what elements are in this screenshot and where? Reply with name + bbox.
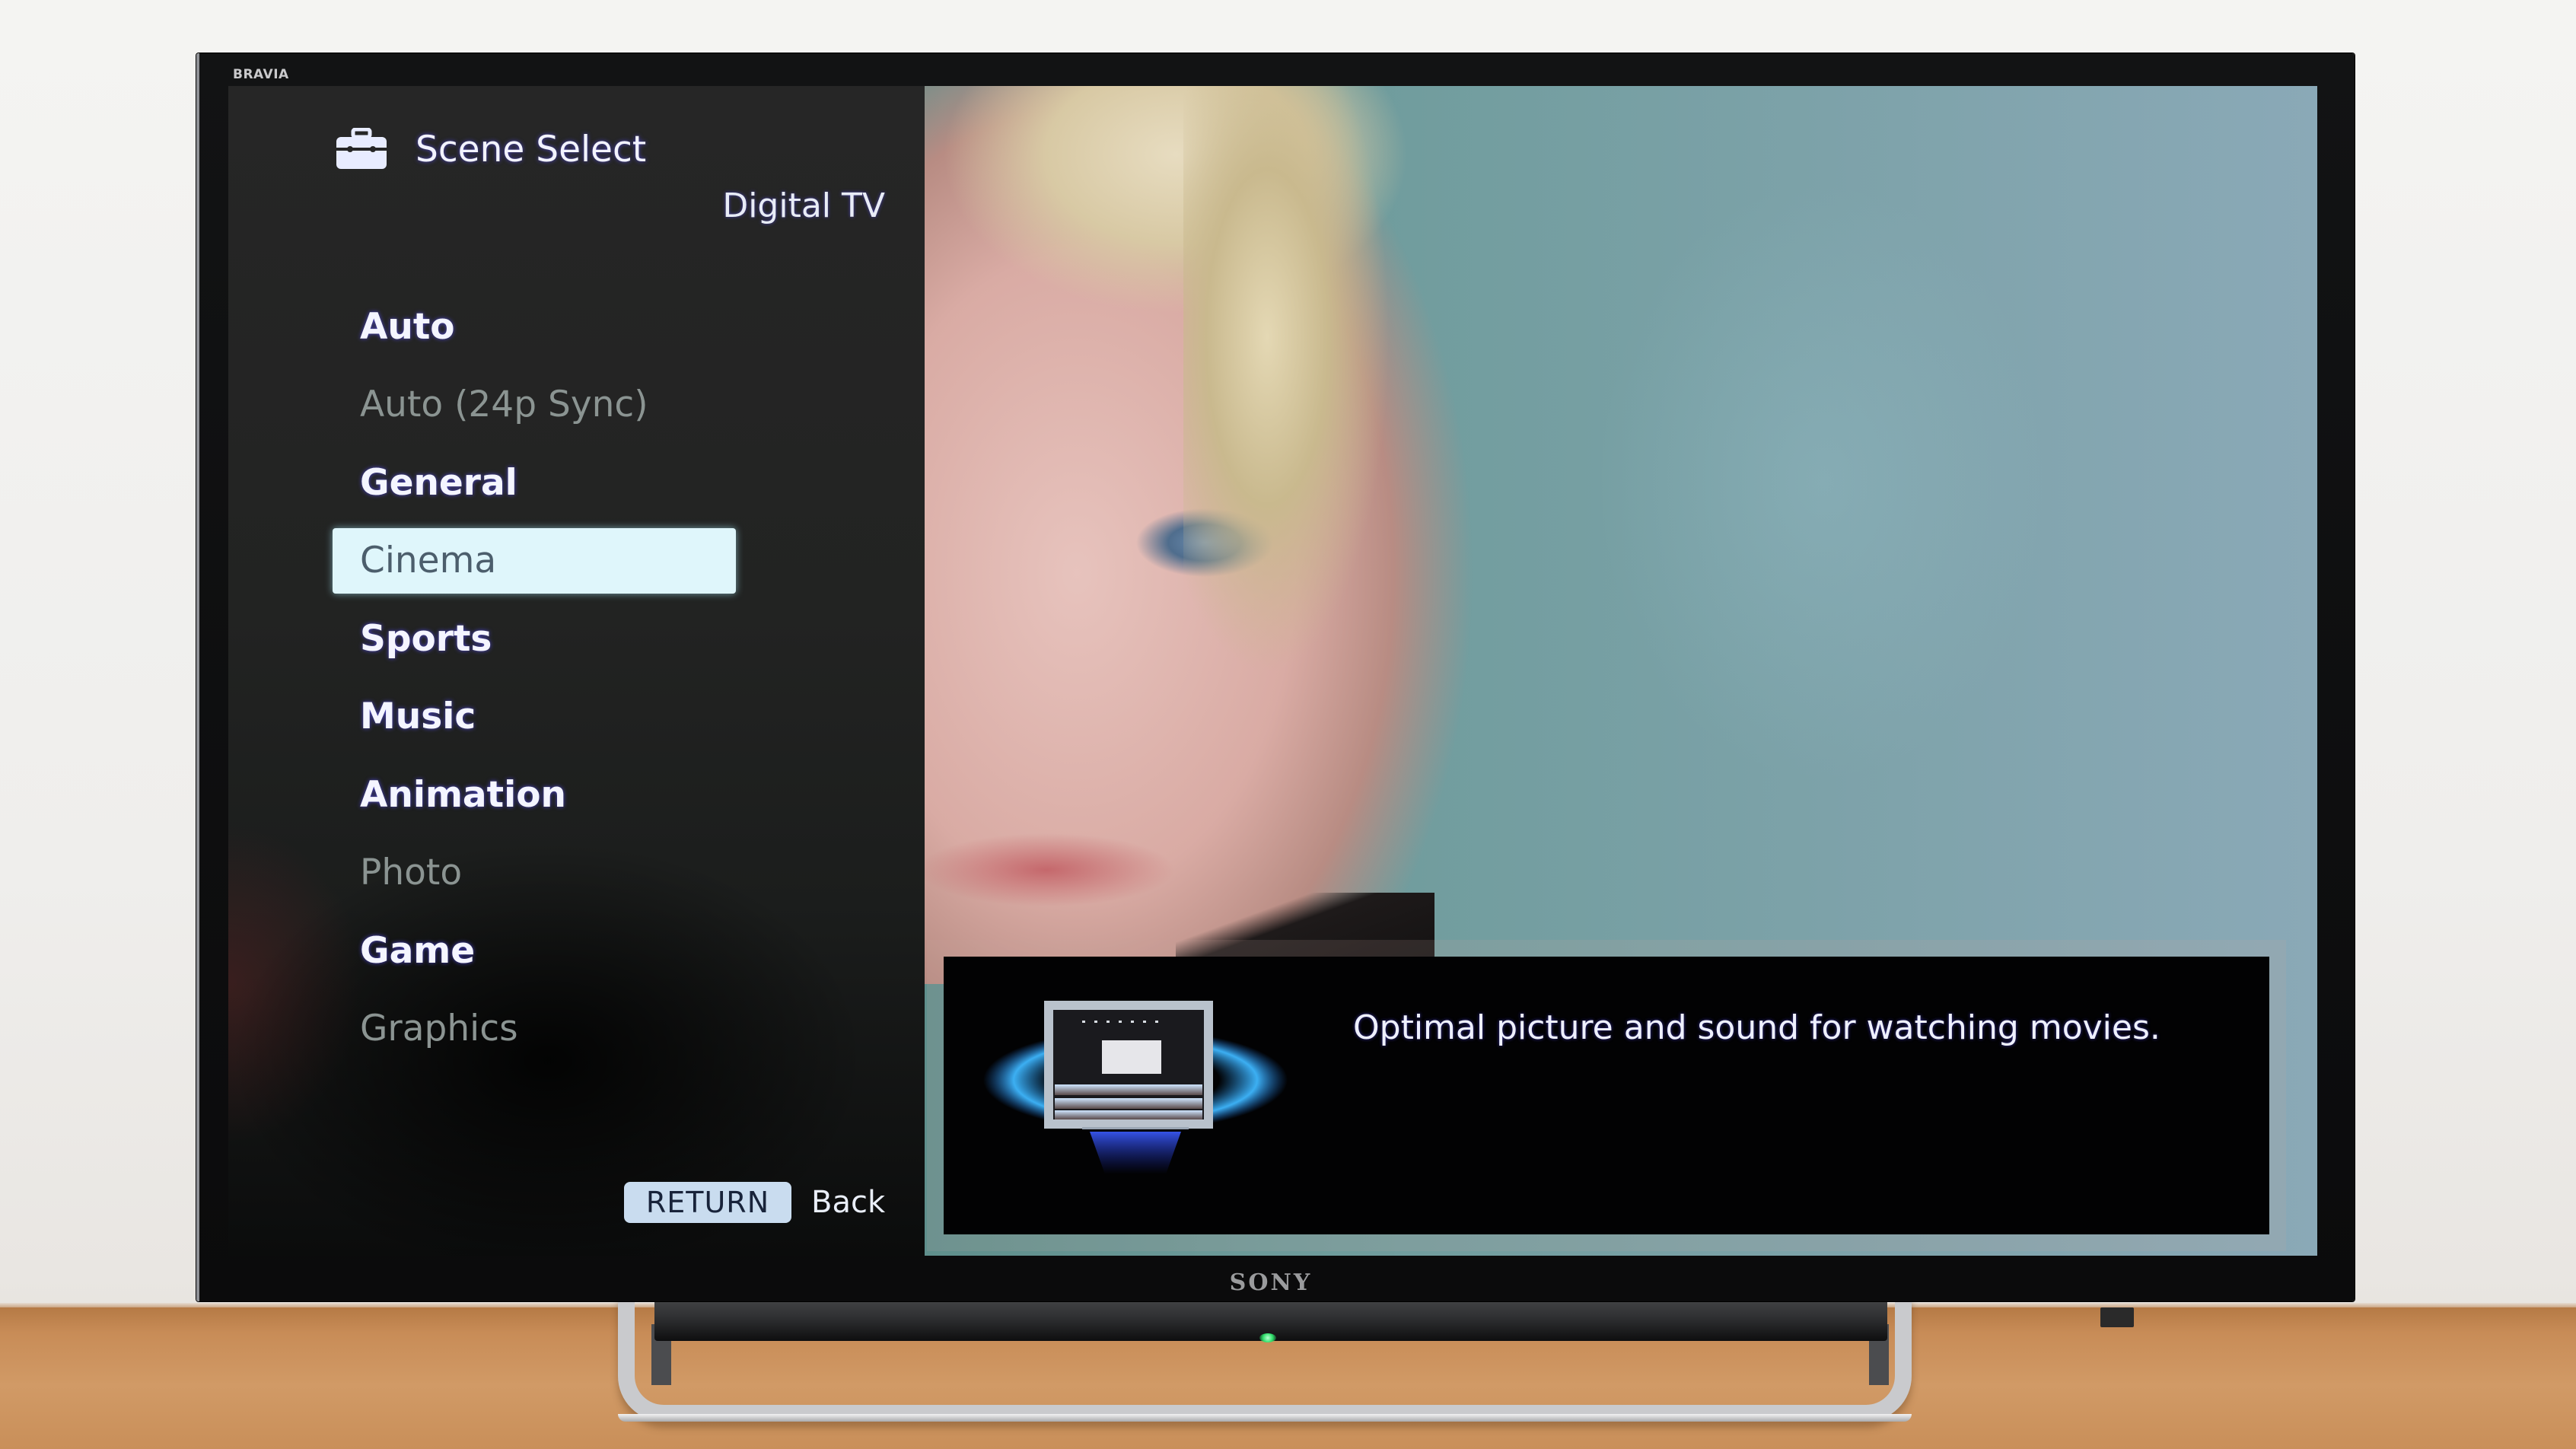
video-hair bbox=[1183, 86, 1434, 771]
footer-help: RETURN Back bbox=[624, 1182, 885, 1223]
input-source-label: Digital TV bbox=[722, 186, 885, 225]
scene-item-photo[interactable]: Photo bbox=[333, 834, 736, 912]
scene-item-general[interactable]: General bbox=[333, 444, 736, 522]
scene-item-auto-24p-sync[interactable]: Auto (24p Sync) bbox=[333, 366, 736, 444]
scene-select-menu: Scene Select Digital TV Auto Auto (24p S… bbox=[228, 86, 925, 1256]
scene-item-graphics[interactable]: Graphics bbox=[333, 990, 736, 1068]
scene-list: Auto Auto (24p Sync) General Cinema Spor… bbox=[333, 288, 736, 1068]
scene-item-animation[interactable]: Animation bbox=[333, 756, 736, 834]
tv-leg bbox=[2100, 1307, 2134, 1327]
scene-item-sports[interactable]: Sports bbox=[333, 600, 736, 678]
scene-description-text: Optimal picture and sound for watching m… bbox=[1353, 1008, 2160, 1047]
back-label: Back bbox=[811, 1185, 886, 1220]
menu-header: Scene Select bbox=[335, 128, 646, 170]
return-button[interactable]: RETURN bbox=[624, 1182, 791, 1223]
tv-screen: Scene Select Digital TV Auto Auto (24p S… bbox=[228, 86, 2317, 1256]
toolbox-icon bbox=[336, 128, 387, 169]
scene-item-music[interactable]: Music bbox=[333, 678, 736, 756]
sony-logo: SONY bbox=[1229, 1269, 1313, 1296]
power-led-icon bbox=[1259, 1333, 1276, 1342]
cinema-icon bbox=[983, 1001, 1288, 1174]
menu-title: Scene Select bbox=[416, 128, 647, 170]
scene-description-box: Optimal picture and sound for watching m… bbox=[944, 957, 2269, 1234]
bravia-badge: BRAVIA bbox=[233, 67, 289, 82]
scene-item-game[interactable]: Game bbox=[333, 912, 736, 990]
scene-item-auto[interactable]: Auto bbox=[333, 288, 736, 366]
scene-item-cinema[interactable]: Cinema bbox=[333, 527, 736, 594]
